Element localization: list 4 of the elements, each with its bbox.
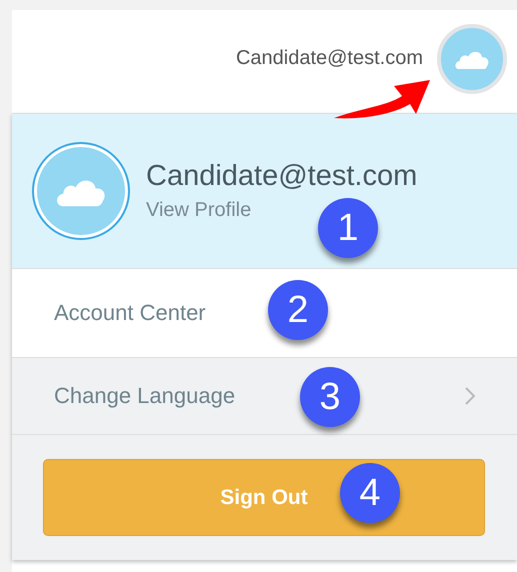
chevron-icon [465,387,475,405]
profile-email: Candidate@test.com [146,160,418,193]
user-email: Candidate@test.com [236,47,423,70]
menu-item[interactable]: Change Language [54,383,236,409]
